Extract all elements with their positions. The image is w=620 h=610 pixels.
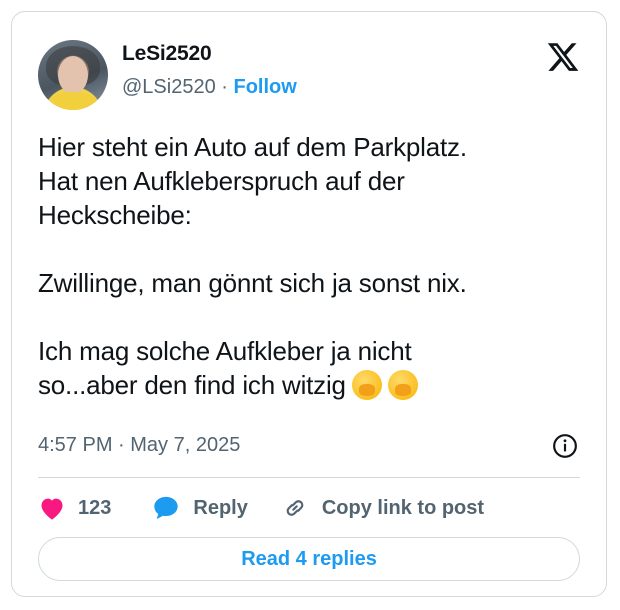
read-replies-button[interactable]: Read 4 replies <box>38 537 580 581</box>
link-icon <box>286 500 304 516</box>
tweet-text: Hier steht ein Auto auf dem Parkplatz. H… <box>38 132 467 400</box>
read-replies-label: Read 4 replies <box>241 547 377 570</box>
copy-link-button[interactable]: Copy link to post <box>280 495 484 521</box>
timestamp[interactable]: 4:57 PM · May 7, 2025 <box>38 434 240 457</box>
divider <box>38 477 580 478</box>
tweet-card: LeSi2520 @LSi2520 · Follow Hier steht ei… <box>11 11 607 597</box>
display-name[interactable]: LeSi2520 <box>122 42 212 66</box>
like-button[interactable]: 123 <box>38 495 111 521</box>
reply-button[interactable]: Reply <box>151 494 248 522</box>
tweet-text-block: Hier steht ein Auto auf dem Parkplatz. H… <box>38 130 588 402</box>
x-logo-icon[interactable] <box>546 40 580 74</box>
separator: · <box>221 76 228 98</box>
info-icon[interactable] <box>552 433 578 459</box>
handle-row: @LSi2520 · Follow <box>122 76 297 99</box>
copy-link-label: Copy link to post <box>321 496 485 519</box>
heart-icon <box>41 498 63 520</box>
like-count: 123 <box>78 496 112 519</box>
action-bar: 123 Reply Copy link to post <box>38 492 484 524</box>
face-with-hand-over-mouth-icon <box>387 370 418 400</box>
reply-label: Reply <box>193 496 248 519</box>
reply-bubble-icon <box>154 496 179 520</box>
face-with-hand-over-mouth-icon <box>351 370 382 400</box>
avatar[interactable] <box>38 40 108 110</box>
user-handle[interactable]: @LSi2520 <box>122 76 216 98</box>
follow-button[interactable]: Follow <box>234 76 297 98</box>
